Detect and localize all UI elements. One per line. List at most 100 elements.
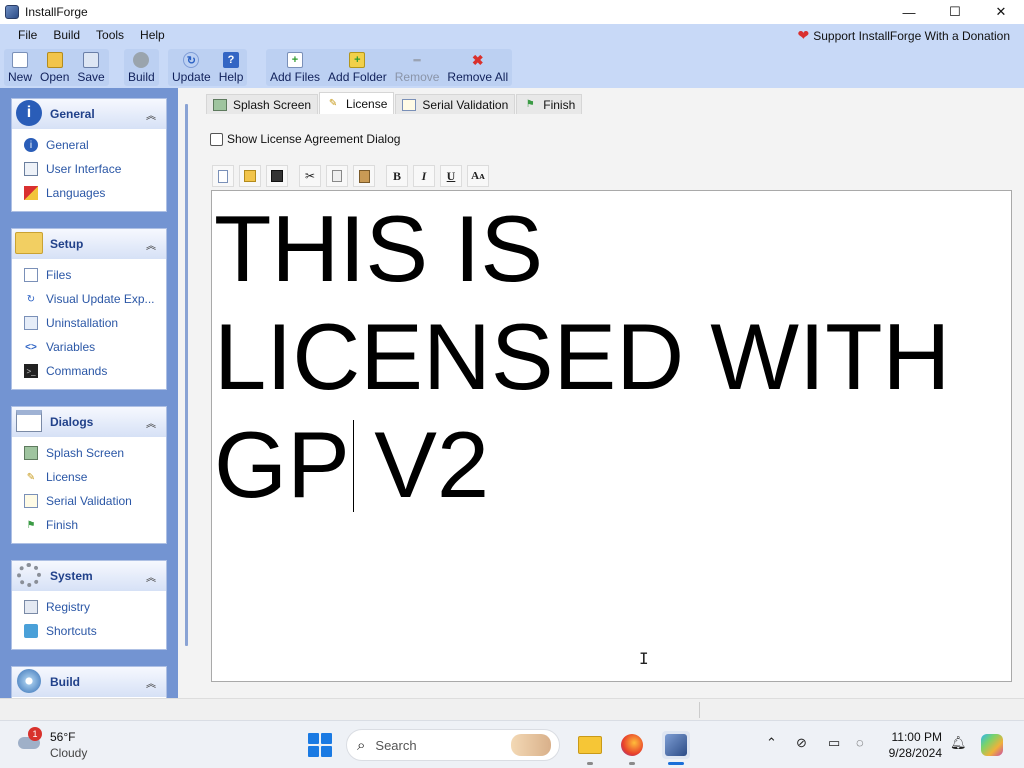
- cut-button[interactable]: ✂: [299, 165, 321, 187]
- license-line-3: GP V2: [214, 412, 490, 517]
- panel-dialogs: Dialogs ︽ Splash Screen ✎ License Serial …: [11, 406, 167, 544]
- add-file-icon: +: [287, 52, 304, 68]
- license-line-2: LICENSED WITH: [214, 304, 951, 409]
- add-folder-button[interactable]: + Add Folder: [324, 52, 391, 86]
- sidebar-item-finish[interactable]: ⚑ Finish: [12, 513, 166, 537]
- close-button[interactable]: ✕: [978, 0, 1024, 24]
- toolbar-group-files: + Add Files + Add Folder ━ Remove ✖ Remo…: [266, 49, 513, 86]
- panel-general-title: General: [50, 107, 95, 121]
- open-document-button[interactable]: [239, 165, 261, 187]
- collapse-icon[interactable]: ︽: [146, 675, 156, 690]
- tab-license[interactable]: ✎ License: [319, 92, 395, 114]
- firefox-taskbar-button[interactable]: [618, 731, 646, 765]
- sidebar-item-registry[interactable]: Registry: [12, 595, 166, 619]
- donate-link[interactable]: ❤ Support InstallForge With a Donation: [797, 27, 1010, 44]
- copilot-taskbar-button[interactable]: [978, 731, 1006, 759]
- menu-help[interactable]: Help: [132, 28, 173, 42]
- uninstall-icon: [24, 316, 38, 330]
- clock[interactable]: 11:00 PM 9/28/2024: [884, 729, 942, 761]
- taskbar-search[interactable]: ⌕ Search: [346, 729, 560, 761]
- paste-button[interactable]: [353, 165, 375, 187]
- remove-button[interactable]: ━ Remove: [391, 52, 444, 86]
- show-license-checkbox-row[interactable]: Show License Agreement Dialog: [210, 132, 400, 146]
- collapse-icon[interactable]: ︽: [146, 237, 156, 252]
- sidebar-item-user-interface[interactable]: User Interface: [12, 157, 166, 181]
- minimize-button[interactable]: —: [886, 0, 932, 24]
- tab-splash-screen[interactable]: Splash Screen: [206, 94, 319, 114]
- splitter-handle[interactable]: [185, 104, 188, 646]
- collapse-icon[interactable]: ︽: [146, 107, 156, 122]
- toolbar-group-file: New Open Save: [4, 49, 109, 86]
- panel-setup: Setup ︽ Files ↻ Visual Update Exp... Unin…: [11, 228, 167, 390]
- title-bar: InstallForge — ☐ ✕: [0, 0, 1024, 24]
- main-content: Splash Screen ✎ License Serial Validation…: [198, 88, 1024, 698]
- weather-temp: 56°F: [50, 730, 76, 744]
- sidebar-item-label: License: [46, 470, 88, 484]
- menu-tools[interactable]: Tools: [88, 28, 132, 42]
- panel-general-header[interactable]: i General ︽: [12, 99, 166, 129]
- paste-icon: [358, 169, 370, 183]
- sidebar-item-general[interactable]: i General: [12, 133, 166, 157]
- collapse-icon[interactable]: ︽: [146, 415, 156, 430]
- font-button[interactable]: Aᴀ: [467, 165, 489, 187]
- sidebar-item-splash-screen[interactable]: Splash Screen: [12, 441, 166, 465]
- format-toolbar: ✂ B I U Aᴀ: [212, 165, 494, 187]
- flags-icon: [24, 186, 38, 200]
- new-button[interactable]: New: [4, 52, 36, 86]
- search-icon: ⌕: [357, 736, 366, 754]
- chevron-up-icon[interactable]: ⌃: [766, 735, 777, 751]
- sidebar-item-commands[interactable]: >_ Commands: [12, 359, 166, 383]
- display-icon[interactable]: ▭: [828, 735, 840, 751]
- panel-system: System ︽ Registry Shortcuts: [11, 560, 167, 650]
- italic-button[interactable]: I: [413, 165, 435, 187]
- add-files-button[interactable]: + Add Files: [266, 52, 324, 86]
- volume-muted-icon[interactable]: ◌: [856, 735, 864, 750]
- menu-build[interactable]: Build: [45, 28, 88, 42]
- flag-icon: ⚑: [525, 99, 535, 110]
- sidebar-item-license[interactable]: ✎ License: [12, 465, 166, 489]
- build-button[interactable]: Build: [124, 52, 159, 86]
- tab-serial-validation[interactable]: Serial Validation: [395, 94, 516, 114]
- copy-button[interactable]: [326, 165, 348, 187]
- panel-setup-header[interactable]: Setup ︽: [12, 229, 166, 259]
- show-license-checkbox[interactable]: [210, 132, 223, 146]
- bell-icon[interactable]: 🔔︎: [950, 735, 967, 751]
- help-button[interactable]: ? Help: [215, 52, 248, 86]
- license-text-editor[interactable]: THIS IS LICENSED WITH GP V2 I: [211, 190, 1012, 682]
- sidebar-item-files[interactable]: Files: [12, 263, 166, 287]
- sidebar-item-shortcuts[interactable]: Shortcuts: [12, 619, 166, 643]
- scissors-icon: ✂: [304, 169, 316, 183]
- sidebar-item-uninstallation[interactable]: Uninstallation: [12, 311, 166, 335]
- panel-dialogs-title: Dialogs: [50, 415, 94, 429]
- sidebar-item-languages[interactable]: Languages: [12, 181, 166, 205]
- collapse-icon[interactable]: ︽: [146, 569, 156, 584]
- save-button[interactable]: Save: [73, 52, 108, 86]
- open-folder-icon: [244, 170, 256, 182]
- panel-build-title: Build: [50, 675, 80, 689]
- menu-bar: File Build Tools Help ❤ Support InstallF…: [0, 24, 1024, 46]
- sidebar-item-serial-validation[interactable]: Serial Validation: [12, 489, 166, 513]
- tab-finish[interactable]: ⚑ Finish: [516, 94, 583, 114]
- save-document-button[interactable]: [266, 165, 288, 187]
- menu-file[interactable]: File: [10, 28, 45, 42]
- panel-build: Build ︽: [11, 666, 167, 698]
- panel-dialogs-header[interactable]: Dialogs ︽: [12, 407, 166, 437]
- start-button[interactable]: [308, 733, 332, 757]
- file-explorer-taskbar-button[interactable]: [576, 731, 604, 765]
- new-document-button[interactable]: [212, 165, 234, 187]
- sidebar-item-label: Serial Validation: [46, 494, 132, 508]
- panel-system-header[interactable]: System ︽: [12, 561, 166, 591]
- maximize-button[interactable]: ☐: [932, 0, 978, 24]
- installforge-taskbar-button[interactable]: [662, 731, 690, 765]
- sidebar-item-visual-update[interactable]: ↻ Visual Update Exp...: [12, 287, 166, 311]
- remove-all-button[interactable]: ✖ Remove All: [443, 52, 512, 86]
- sidebar-item-variables[interactable]: <> Variables: [12, 335, 166, 359]
- network-off-icon[interactable]: ⊘: [796, 735, 807, 751]
- weather-widget[interactable]: 1 56°F Cloudy: [16, 727, 87, 761]
- bold-button[interactable]: B: [386, 165, 408, 187]
- underline-button[interactable]: U: [440, 165, 462, 187]
- update-button[interactable]: ↻ Update: [168, 52, 215, 86]
- open-label: Open: [40, 70, 70, 84]
- open-button[interactable]: Open: [36, 52, 73, 86]
- panel-build-header[interactable]: Build ︽: [12, 667, 166, 697]
